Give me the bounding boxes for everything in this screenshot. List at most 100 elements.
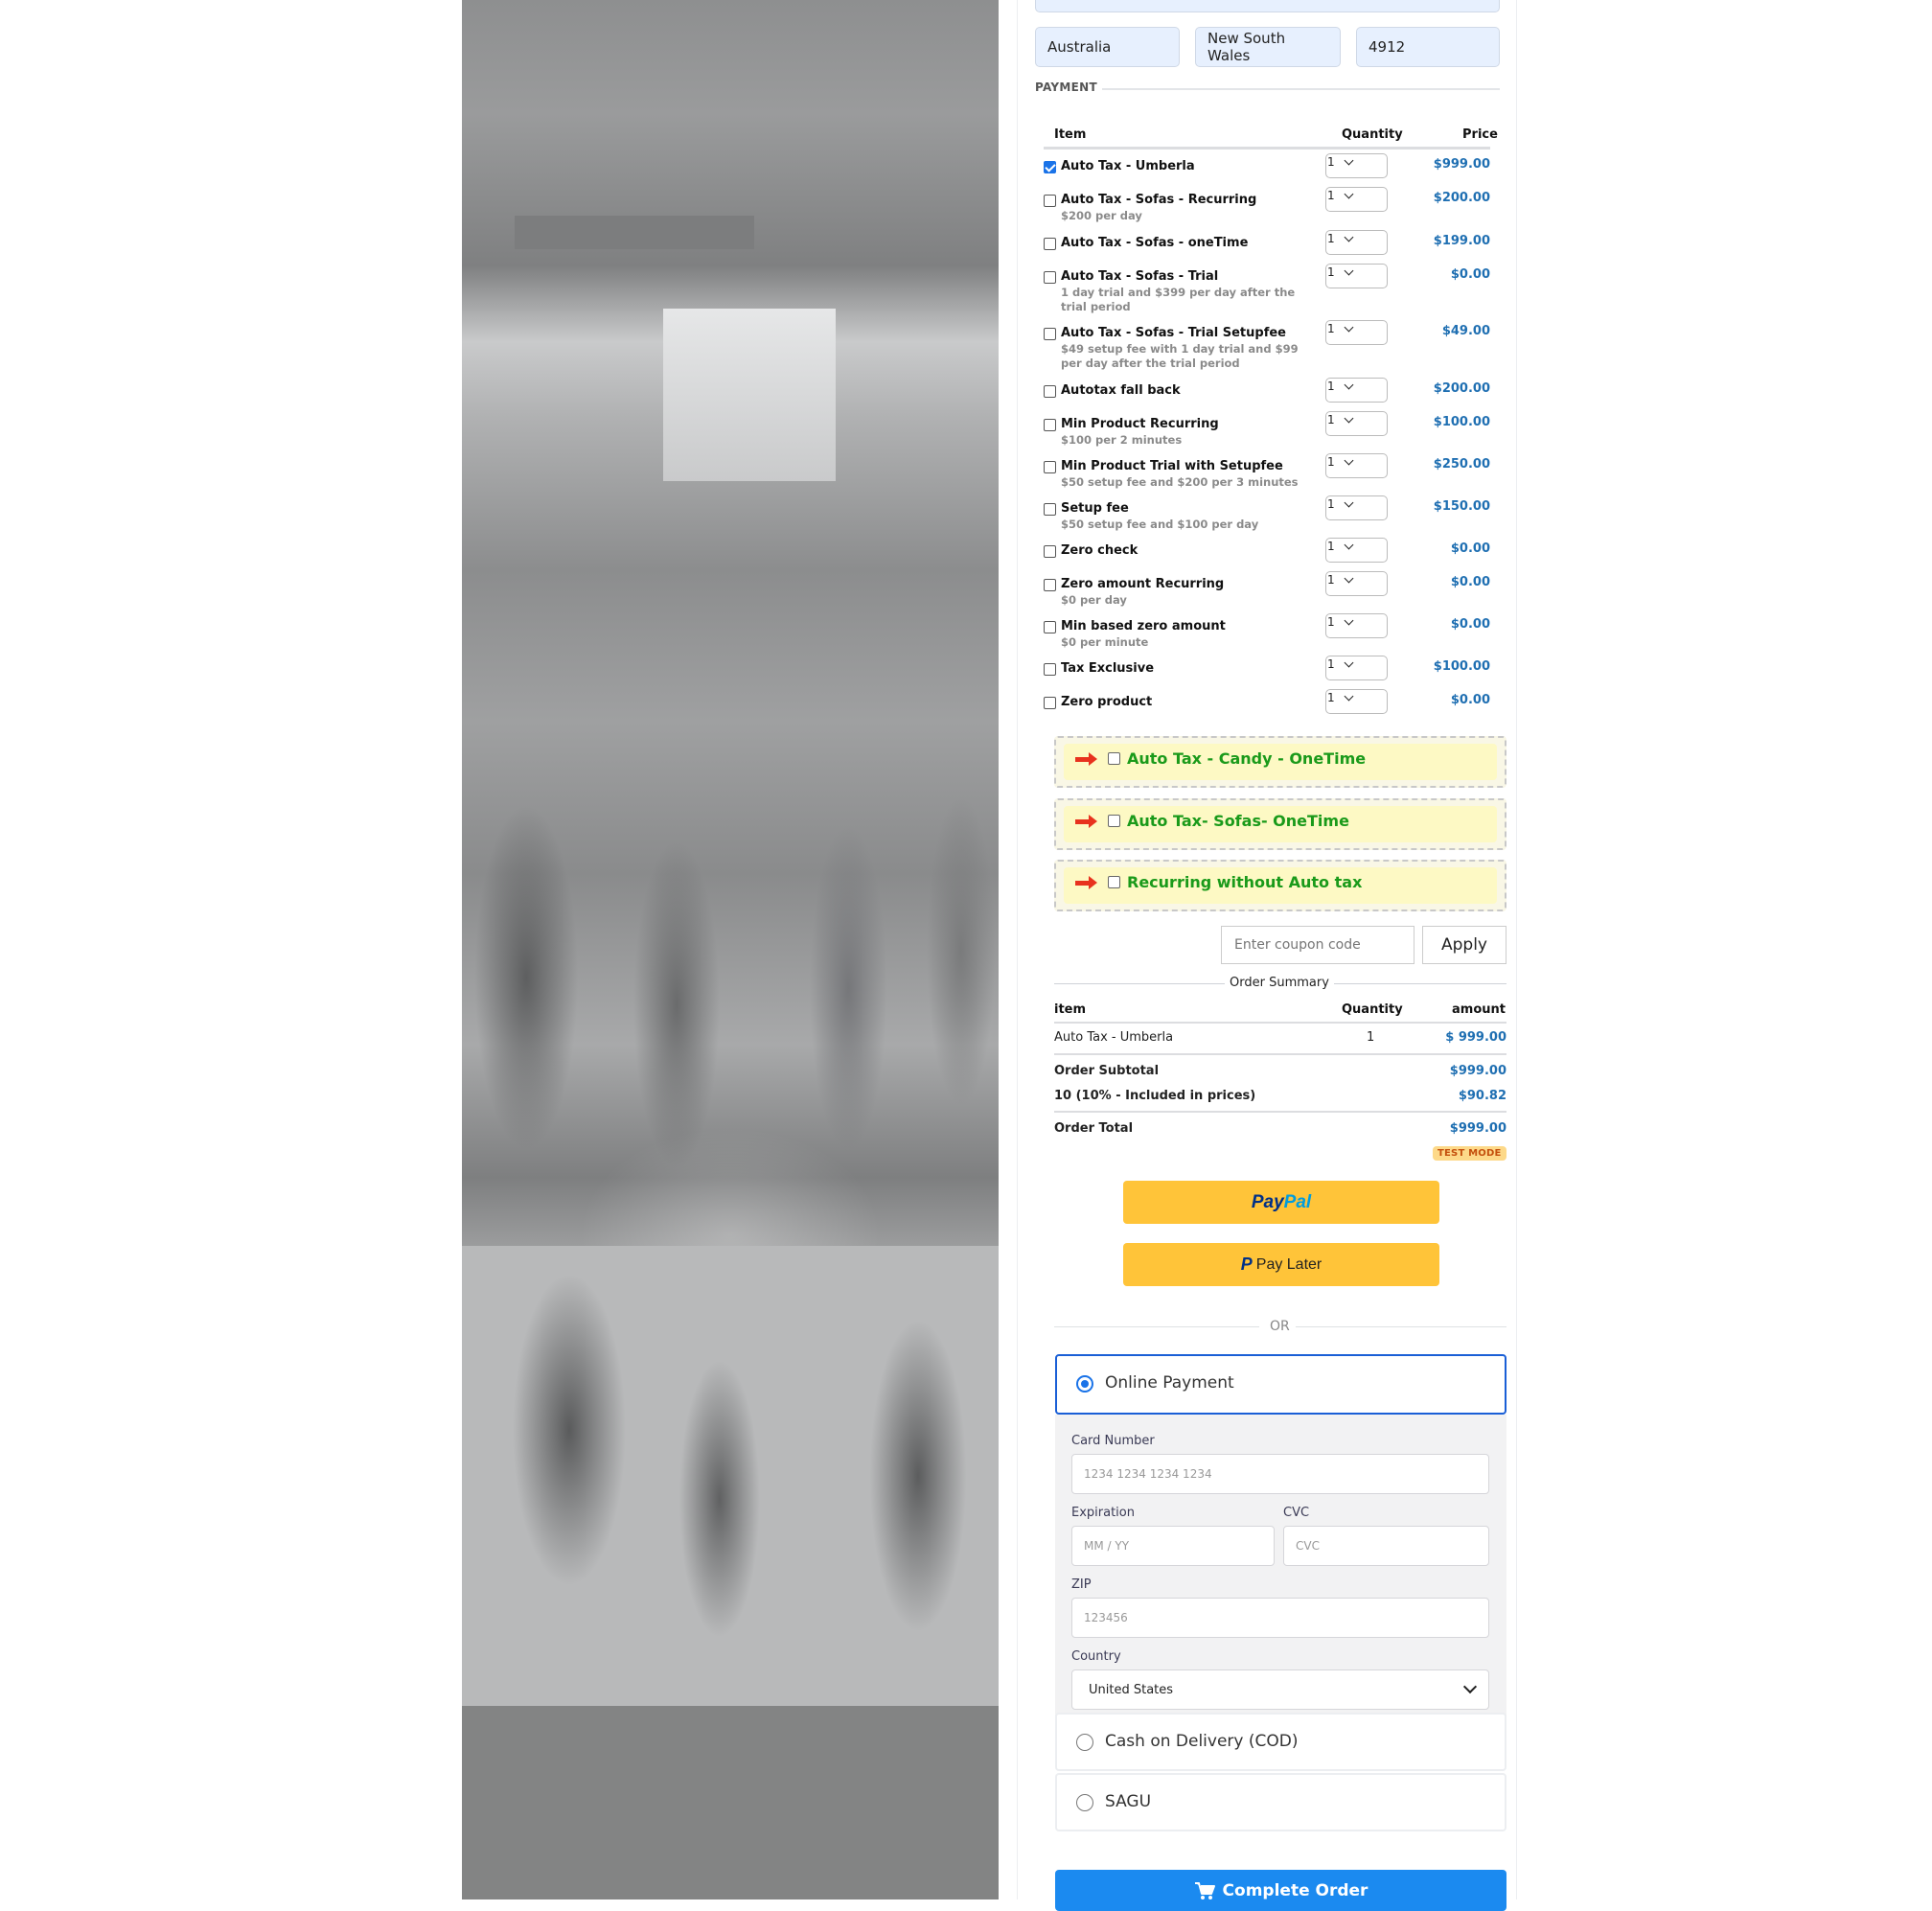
paypal-pay-later-button[interactable]: P Pay Later xyxy=(1123,1243,1439,1286)
product-description: $200 per day xyxy=(1061,209,1142,222)
payment-method-sagu[interactable]: SAGU xyxy=(1055,1773,1506,1831)
product-name: Tax Exclusive xyxy=(1061,661,1155,676)
product-checkbox[interactable] xyxy=(1044,697,1056,709)
column-header-item: Item xyxy=(1054,127,1087,142)
quantity-select[interactable]: 1 xyxy=(1325,320,1388,345)
quantity-value: 1 xyxy=(1327,497,1335,511)
chevron-down-icon xyxy=(1344,455,1354,466)
or-divider-right xyxy=(1296,1326,1506,1327)
product-checkbox[interactable] xyxy=(1044,461,1056,473)
expiration-input[interactable]: MM / YY xyxy=(1071,1526,1275,1566)
card-number-input[interactable]: 1234 1234 1234 1234 xyxy=(1071,1454,1489,1494)
product-checkbox[interactable] xyxy=(1044,238,1056,250)
hero-image-beam xyxy=(462,0,999,309)
quantity-select[interactable]: 1 xyxy=(1325,613,1388,638)
product-description: $50 setup fee and $100 per day xyxy=(1061,518,1259,531)
product-price: $200.00 xyxy=(1433,381,1490,396)
product-checkbox[interactable] xyxy=(1044,621,1056,633)
order-summary-rule-right xyxy=(1334,983,1506,984)
paypal-logo: PayPal xyxy=(1252,1192,1311,1213)
quantity-select[interactable]: 1 xyxy=(1325,656,1388,680)
product-checkbox[interactable] xyxy=(1044,161,1056,173)
payment-section-rule xyxy=(1102,88,1500,90)
hero-image xyxy=(462,0,999,1899)
quantity-select[interactable]: 1 xyxy=(1325,264,1388,288)
arrow-right-icon xyxy=(1075,876,1097,889)
cvc-input[interactable]: CVC xyxy=(1283,1526,1489,1566)
cvc-label: CVC xyxy=(1283,1506,1310,1520)
complete-order-label: Complete Order xyxy=(1222,1880,1368,1900)
product-checkbox[interactable] xyxy=(1044,195,1056,207)
product-checkbox[interactable] xyxy=(1044,503,1056,516)
product-price: $0.00 xyxy=(1450,575,1490,589)
hero-image-sky xyxy=(663,309,836,481)
product-price: $0.00 xyxy=(1450,693,1490,707)
product-checkbox[interactable] xyxy=(1044,545,1056,558)
column-header-quantity: Quantity xyxy=(1342,127,1403,142)
pay-later-label: Pay Later xyxy=(1255,1255,1322,1273)
quantity-select[interactable]: 1 xyxy=(1325,571,1388,596)
payment-method-cod[interactable]: Cash on Delivery (COD) xyxy=(1055,1713,1506,1771)
country-select-value: United States xyxy=(1089,1682,1174,1697)
quantity-select[interactable]: 1 xyxy=(1325,689,1388,714)
quantity-select[interactable]: 1 xyxy=(1325,187,1388,212)
sagu-radio[interactable] xyxy=(1076,1794,1093,1811)
product-name: Min Product Recurring xyxy=(1061,417,1219,431)
product-checkbox[interactable] xyxy=(1044,385,1056,398)
address-field[interactable] xyxy=(1035,0,1500,12)
bump-offer-checkbox[interactable] xyxy=(1108,752,1120,765)
product-name: Zero amount Recurring xyxy=(1061,577,1225,591)
product-checkbox[interactable] xyxy=(1044,579,1056,591)
quantity-select[interactable]: 1 xyxy=(1325,153,1388,178)
quantity-value: 1 xyxy=(1327,573,1335,587)
quantity-select[interactable]: 1 xyxy=(1325,411,1388,436)
country-field[interactable]: Australia xyxy=(1035,27,1180,67)
bump-offer-checkbox[interactable] xyxy=(1108,815,1120,827)
online-payment-label: Online Payment xyxy=(1105,1373,1234,1393)
quantity-value: 1 xyxy=(1327,615,1335,629)
quantity-value: 1 xyxy=(1327,380,1335,393)
arrow-right-icon xyxy=(1075,815,1097,828)
chevron-down-icon xyxy=(1344,540,1354,550)
product-checkbox[interactable] xyxy=(1044,271,1056,284)
paypal-logo-pal: Pal xyxy=(1283,1191,1312,1212)
complete-order-button[interactable]: Complete Order xyxy=(1055,1870,1506,1911)
country-select[interactable]: United States xyxy=(1071,1669,1489,1710)
arrow-right-icon xyxy=(1075,752,1097,766)
bump-offer-label: Recurring without Auto tax xyxy=(1127,873,1363,891)
quantity-select[interactable]: 1 xyxy=(1325,453,1388,478)
coupon-input[interactable] xyxy=(1221,926,1414,964)
payment-method-online[interactable]: Online Payment xyxy=(1055,1354,1506,1415)
apply-coupon-button[interactable]: Apply xyxy=(1422,926,1506,964)
product-name: Auto Tax - Sofas - Recurring xyxy=(1061,193,1257,207)
summary-line-qty: 1 xyxy=(1367,1030,1375,1045)
bump-offer-label: Auto Tax - Candy - OneTime xyxy=(1127,749,1367,768)
order-summary-title: Order Summary xyxy=(1230,976,1329,990)
quantity-select[interactable]: 1 xyxy=(1325,378,1388,403)
bump-offer-checkbox[interactable] xyxy=(1108,876,1120,888)
postcode-field[interactable]: 4912 xyxy=(1356,27,1500,67)
or-divider-left xyxy=(1054,1326,1259,1327)
quantity-select[interactable]: 1 xyxy=(1325,230,1388,255)
summary-total-rule xyxy=(1054,1111,1506,1113)
cod-radio[interactable] xyxy=(1076,1734,1093,1751)
product-checkbox[interactable] xyxy=(1044,328,1056,340)
quantity-select[interactable]: 1 xyxy=(1325,538,1388,563)
online-payment-radio[interactable] xyxy=(1076,1375,1093,1393)
quantity-select[interactable]: 1 xyxy=(1325,495,1388,520)
zip-input[interactable]: 123456 xyxy=(1071,1598,1489,1638)
product-price: $49.00 xyxy=(1441,324,1490,338)
bump-offer: Auto Tax - Candy - OneTime xyxy=(1054,736,1506,788)
quantity-value: 1 xyxy=(1327,540,1335,553)
hero-image-beam-dark xyxy=(515,216,754,249)
chevron-down-icon xyxy=(1344,413,1354,424)
product-checkbox[interactable] xyxy=(1044,419,1056,431)
product-checkbox[interactable] xyxy=(1044,663,1056,676)
product-price: $250.00 xyxy=(1433,457,1490,472)
paypal-button[interactable]: PayPal xyxy=(1123,1181,1439,1224)
card-number-label: Card Number xyxy=(1071,1434,1155,1448)
chevron-down-icon xyxy=(1344,155,1354,166)
product-price: $100.00 xyxy=(1433,659,1490,674)
expiration-placeholder: MM / YY xyxy=(1084,1539,1130,1553)
state-field[interactable]: New South Wales xyxy=(1195,27,1341,67)
